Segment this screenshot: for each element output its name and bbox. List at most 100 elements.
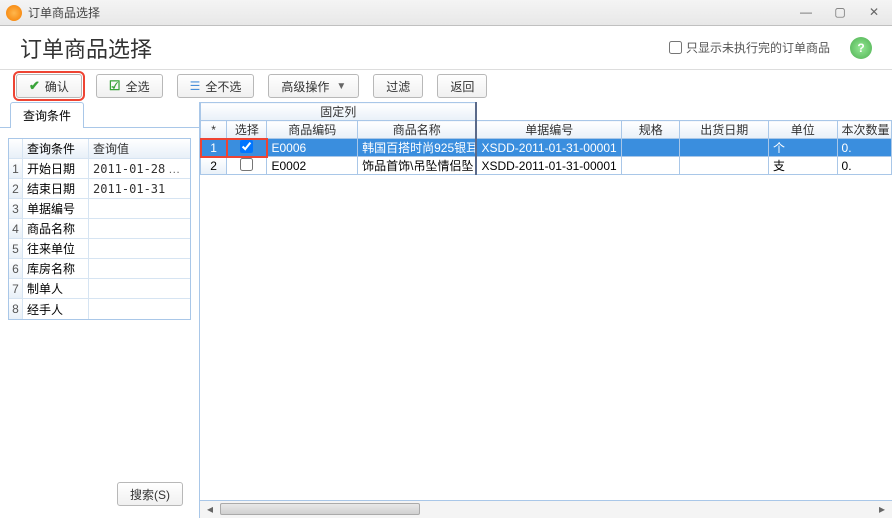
col-qty[interactable]: 本次数量 <box>837 121 891 139</box>
query-row-key: 库房名称 <box>23 259 89 278</box>
query-row-value[interactable] <box>89 199 190 218</box>
grid-header-group: 固定列 <box>201 103 892 121</box>
help-icon[interactable]: ? <box>850 37 872 59</box>
product-grid: 固定列 * 选择 商品编码 商品名称 单据编号 规格 出货日期 单位 本次数量 <box>200 102 892 175</box>
scroll-left-icon[interactable]: ◂ <box>202 501 218 517</box>
query-head-key: 查询条件 <box>23 139 89 158</box>
query-row-key: 结束日期 <box>23 179 89 198</box>
checkbox-icon: ☑ <box>109 78 121 94</box>
grid-header: * 选择 商品编码 商品名称 单据编号 规格 出货日期 单位 本次数量 <box>201 121 892 139</box>
query-row-key: 单据编号 <box>23 199 89 218</box>
query-row-value[interactable] <box>89 239 190 258</box>
query-row[interactable]: 1开始日期2011-01-28… <box>9 159 190 179</box>
advanced-button[interactable]: 高级操作▼ <box>268 74 359 98</box>
query-row-value[interactable] <box>89 299 190 319</box>
col-star[interactable]: * <box>201 121 227 139</box>
row-name: 韩国百搭时尚925银耳 <box>358 139 477 157</box>
toolbar: ✔确认 ☑全选 ☰全不选 高级操作▼ 过滤 返回 <box>0 70 892 102</box>
query-row-value[interactable] <box>89 279 190 298</box>
query-row-key: 开始日期 <box>23 159 89 178</box>
row-code: E0002 <box>267 157 358 175</box>
query-row-index: 5 <box>9 239 23 258</box>
col-select[interactable]: 选择 <box>227 121 267 139</box>
search-button[interactable]: 搜索(S) <box>117 482 183 506</box>
col-ship[interactable]: 出货日期 <box>680 121 769 139</box>
query-row-value[interactable] <box>89 259 190 278</box>
row-qty: 0. <box>837 139 891 157</box>
select-all-button[interactable]: ☑全选 <box>96 74 163 98</box>
picker-icon[interactable]: … <box>165 162 183 176</box>
row-unit: 个 <box>769 139 837 157</box>
row-ship <box>680 157 769 175</box>
query-row-index: 7 <box>9 279 23 298</box>
table-row[interactable]: 1 E0006韩国百搭时尚925银耳XSDD-2011-01-31-00001 个0… <box>201 139 892 157</box>
row-qty: 0. <box>837 157 891 175</box>
only-unfinished-label: 只显示未执行完的订单商品 <box>686 39 830 56</box>
row-spec <box>622 139 680 157</box>
query-row-key: 往来单位 <box>23 239 89 258</box>
horizontal-scrollbar[interactable]: ◂ ▸ <box>200 500 892 518</box>
query-row[interactable]: 5往来单位 <box>9 239 190 259</box>
query-row-index: 2 <box>9 179 23 198</box>
close-button[interactable]: ✕ <box>862 5 886 21</box>
row-code: E0006 <box>267 139 358 157</box>
query-row-key: 经手人 <box>23 299 89 319</box>
minimize-button[interactable]: — <box>794 5 818 21</box>
query-row[interactable]: 2结束日期2011-01-31 <box>9 179 190 199</box>
row-index: 1 <box>201 139 227 157</box>
scroll-right-icon[interactable]: ▸ <box>874 501 890 517</box>
row-doc: XSDD-2011-01-31-00001 <box>476 139 621 157</box>
row-checkbox[interactable] <box>240 140 253 153</box>
title-bar: 订单商品选择 — ▢ ✕ <box>0 0 892 26</box>
query-row[interactable]: 6库房名称 <box>9 259 190 279</box>
row-ship <box>680 139 769 157</box>
query-row-index: 1 <box>9 159 23 178</box>
query-row-value[interactable]: 2011-01-31 <box>89 179 190 198</box>
app-icon <box>6 5 22 21</box>
maximize-button[interactable]: ▢ <box>828 5 852 21</box>
fixed-columns-header: 固定列 <box>201 103 477 121</box>
row-checkbox[interactable] <box>240 158 253 171</box>
col-code[interactable]: 商品编码 <box>267 121 358 139</box>
header: 订单商品选择 只显示未执行完的订单商品 ? <box>0 26 892 70</box>
query-row-key: 制单人 <box>23 279 89 298</box>
query-row-key: 商品名称 <box>23 219 89 238</box>
deselect-all-button[interactable]: ☰全不选 <box>177 74 255 98</box>
main-grid-panel: 固定列 * 选择 商品编码 商品名称 单据编号 规格 出货日期 单位 本次数量 <box>200 102 892 518</box>
query-row[interactable]: 8经手人 <box>9 299 190 319</box>
col-doc[interactable]: 单据编号 <box>476 121 621 139</box>
row-select-cell[interactable] <box>227 157 267 175</box>
query-row[interactable]: 4商品名称 <box>9 219 190 239</box>
only-unfinished-checkbox[interactable] <box>669 41 682 54</box>
chevron-down-icon: ▼ <box>336 81 346 92</box>
row-name: 饰品首饰\吊坠情侣坠 <box>358 157 477 175</box>
query-row-value[interactable] <box>89 219 190 238</box>
confirm-button[interactable]: ✔确认 <box>16 74 82 98</box>
row-unit: 支 <box>769 157 837 175</box>
tab-query[interactable]: 查询条件 <box>10 102 84 128</box>
sidebar: 查询条件 查询条件 查询值 1开始日期2011-01-28…2结束日期2011-… <box>0 102 200 518</box>
col-unit[interactable]: 单位 <box>769 121 837 139</box>
query-row-index: 3 <box>9 199 23 218</box>
table-row[interactable]: 2E0002饰品首饰\吊坠情侣坠XSDD-2011-01-31-00001支0. <box>201 157 892 175</box>
col-name[interactable]: 商品名称 <box>358 121 477 139</box>
scroll-thumb[interactable] <box>220 503 420 515</box>
col-spec[interactable]: 规格 <box>622 121 680 139</box>
query-row-index: 8 <box>9 299 23 319</box>
row-select-cell[interactable] <box>227 139 267 157</box>
window-title: 订单商品选择 <box>28 4 794 21</box>
page-title: 订单商品选择 <box>20 32 669 64</box>
query-row-value[interactable]: 2011-01-28… <box>89 159 190 178</box>
back-button[interactable]: 返回 <box>437 74 487 98</box>
check-icon: ✔ <box>29 78 40 94</box>
row-spec <box>622 157 680 175</box>
query-row-index: 4 <box>9 219 23 238</box>
only-unfinished-toggle[interactable]: 只显示未执行完的订单商品 <box>669 39 830 56</box>
query-grid: 查询条件 查询值 1开始日期2011-01-28…2结束日期2011-01-31… <box>8 138 191 320</box>
filter-button[interactable]: 过滤 <box>373 74 423 98</box>
query-row[interactable]: 7制单人 <box>9 279 190 299</box>
query-header: 查询条件 查询值 <box>9 139 190 159</box>
query-row[interactable]: 3单据编号 <box>9 199 190 219</box>
query-row-index: 6 <box>9 259 23 278</box>
row-doc: XSDD-2011-01-31-00001 <box>476 157 621 175</box>
